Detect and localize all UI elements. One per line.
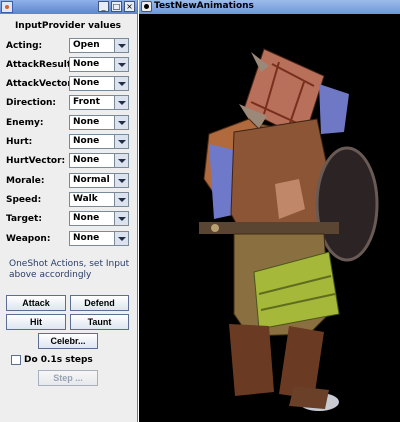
target-select[interactable]: None — [69, 211, 129, 226]
render-window: TestNewAnimations — [139, 0, 400, 422]
enemy-value: None — [73, 117, 100, 127]
app-icon[interactable] — [141, 1, 152, 12]
close-button[interactable]: × — [124, 1, 135, 12]
speed-label: Speed: — [6, 195, 42, 205]
chevron-down-icon[interactable] — [114, 77, 128, 90]
attackvector-label: AttackVector: — [6, 79, 76, 89]
3d-viewport[interactable] — [139, 14, 400, 422]
acting-value: Open — [73, 40, 100, 50]
target-value: None — [73, 213, 100, 223]
input-provider-window: _ □ × InputProvider values Acting: Open … — [0, 0, 138, 422]
direction-label: Direction: — [6, 98, 57, 108]
steps-checkbox[interactable] — [11, 355, 21, 365]
attackresult-select[interactable]: None — [69, 57, 129, 72]
speed-value: Walk — [73, 194, 98, 204]
hit-button[interactable]: Hit — [6, 314, 66, 330]
attackresult-label: AttackResult: — [6, 60, 75, 70]
attackresult-value: None — [73, 59, 100, 69]
render-window-title: TestNewAnimations — [154, 1, 254, 11]
speed-select[interactable]: Walk — [69, 192, 129, 207]
oneshot-info-text: OneShot Actions, set Input above accordi… — [9, 259, 130, 280]
weapon-select[interactable]: None — [69, 231, 129, 246]
chevron-down-icon[interactable] — [114, 58, 128, 71]
minimize-button[interactable]: _ — [98, 1, 109, 12]
defend-button[interactable]: Defend — [70, 295, 129, 311]
chevron-down-icon[interactable] — [114, 193, 128, 206]
attackvector-value: None — [73, 78, 100, 88]
acting-label: Acting: — [6, 41, 43, 51]
step-button[interactable]: Step ... — [38, 370, 98, 386]
celebrate-button[interactable]: Celebr... — [38, 333, 98, 349]
attack-button[interactable]: Attack — [6, 295, 66, 311]
chevron-down-icon[interactable] — [114, 39, 128, 52]
chevron-down-icon[interactable] — [114, 212, 128, 225]
attackvector-select[interactable]: None — [69, 76, 129, 91]
direction-value: Front — [73, 97, 100, 107]
hurtvector-select[interactable]: None — [69, 153, 129, 168]
morale-label: Morale: — [6, 176, 45, 186]
taunt-button[interactable]: Taunt — [70, 314, 129, 330]
render-titlebar[interactable]: TestNewAnimations — [139, 0, 400, 14]
hurt-select[interactable]: None — [69, 134, 129, 149]
morale-select[interactable]: Normal — [69, 173, 129, 188]
chevron-down-icon[interactable] — [114, 154, 128, 167]
hurt-label: Hurt: — [6, 137, 33, 147]
direction-select[interactable]: Front — [69, 95, 129, 110]
enemy-select[interactable]: None — [69, 115, 129, 130]
chevron-down-icon[interactable] — [114, 116, 128, 129]
maximize-button[interactable]: □ — [111, 1, 122, 12]
acting-select[interactable]: Open — [69, 38, 129, 53]
morale-value: Normal — [73, 175, 110, 185]
chevron-down-icon[interactable] — [114, 96, 128, 109]
chevron-down-icon[interactable] — [114, 174, 128, 187]
chevron-down-icon[interactable] — [114, 135, 128, 148]
hurt-value: None — [73, 136, 100, 146]
enemy-label: Enemy: — [6, 118, 44, 128]
weapon-value: None — [73, 233, 100, 243]
java-cup-icon[interactable] — [1, 1, 13, 13]
target-label: Target: — [6, 214, 42, 224]
panel-title: InputProvider values — [14, 21, 122, 31]
left-titlebar[interactable]: _ □ × — [0, 0, 137, 14]
steps-checkbox-label: Do 0.1s steps — [24, 355, 93, 365]
chevron-down-icon[interactable] — [114, 232, 128, 245]
weapon-label: Weapon: — [6, 234, 51, 244]
hurtvector-value: None — [73, 155, 100, 165]
dwarf-warrior-figure — [199, 48, 379, 411]
hurtvector-label: HurtVector: — [6, 156, 66, 166]
